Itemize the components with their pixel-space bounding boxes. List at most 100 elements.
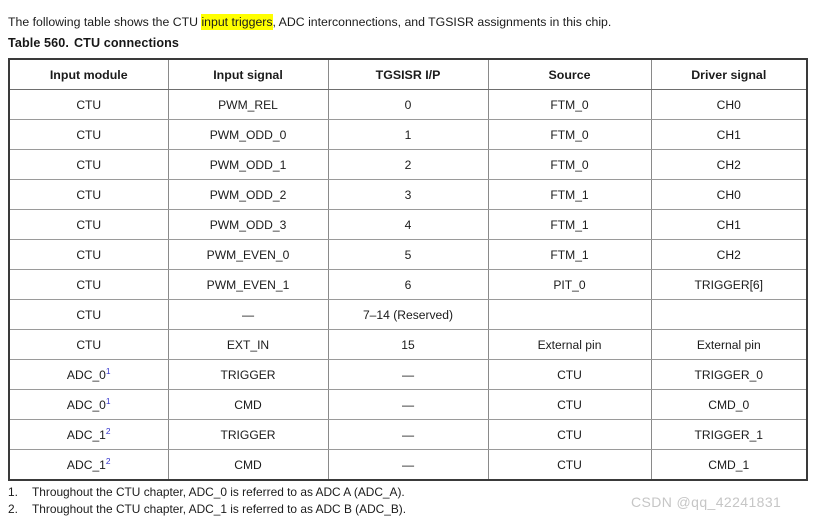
cell-driver: CH2 [650,239,808,270]
cell-source: CTU [487,389,652,420]
cell-signal: CMD [167,449,329,481]
cell-driver [650,299,808,330]
table-row: CTU PWM_EVEN_1 6 PIT_0 TRIGGER[6] [8,269,808,300]
table-row: CTU PWM_ODD_1 2 FTM_0 CH2 [8,149,808,180]
column-header-source: Source [487,58,652,90]
cell-tgsisr: 7–14 (Reserved) [327,299,489,330]
cell-driver: TRIGGER_0 [650,359,808,390]
cell-signal: PWM_REL [167,89,329,120]
cell-source: PIT_0 [487,269,652,300]
column-header-tgsisr-ip: TGSISR I/P [327,58,489,90]
cell-module: CTU [8,209,169,240]
column-header-driver-signal: Driver signal [650,58,808,90]
table-row: ADC_12 CMD — CTU CMD_1 [8,449,808,481]
cell-driver: CH0 [650,89,808,120]
table-row: ADC_12 TRIGGER — CTU TRIGGER_1 [8,419,808,450]
cell-module: CTU [8,299,169,330]
document-page: The following table shows the CTU input … [0,0,814,520]
cell-signal: PWM_ODD_1 [167,149,329,180]
table-header: Input module Input signal TGSISR I/P Sou… [8,58,808,90]
cell-signal: EXT_IN [167,329,329,360]
intro-paragraph: The following table shows the CTU input … [8,14,808,31]
column-header-input-signal: Input signal [167,58,329,90]
cell-module: CTU [8,149,169,180]
cell-driver: CH0 [650,179,808,210]
cell-tgsisr: — [327,419,489,450]
cell-signal: PWM_ODD_2 [167,179,329,210]
footnote-list: 1. Throughout the CTU chapter, ADC_0 is r… [8,484,406,517]
cell-tgsisr: 5 [327,239,489,270]
cell-source: CTU [487,449,652,481]
footnote-text: Throughout the CTU chapter, ADC_1 is ref… [32,501,407,516]
cell-driver: CMD_0 [650,389,808,420]
table-caption-title: CTU connections [73,36,180,50]
cell-signal: — [167,299,329,330]
footnote-number: 2. [8,501,18,516]
table-row: ADC_01 CMD — CTU CMD_0 [8,389,808,420]
cell-module: CTU [8,119,169,150]
cell-signal: CMD [167,389,329,420]
table-row: CTU PWM_REL 0 FTM_0 CH0 [8,89,808,120]
cell-driver: External pin [650,329,808,360]
cell-tgsisr: 0 [327,89,489,120]
cell-signal: TRIGGER [167,359,329,390]
cell-driver: TRIGGER[6] [650,269,808,300]
footnote-item: 2. Throughout the CTU chapter, ADC_1 is r… [8,501,406,518]
footnote-item: 1. Throughout the CTU chapter, ADC_0 is r… [8,484,406,501]
table-row: CTU —7–14 (Reserved) [8,299,808,330]
cell-signal: PWM_ODD_3 [167,209,329,240]
cell-tgsisr: 1 [327,119,489,150]
cell-source: External pin [487,329,652,360]
footnote-marker: 1 [105,365,111,376]
table-header-row: Input module Input signal TGSISR I/P Sou… [8,58,808,90]
cell-source: FTM_0 [487,89,652,120]
table-container: Input module Input signal TGSISR I/P Sou… [8,58,808,481]
table-row: CTU PWM_ODD_3 4 FTM_1 CH1 [8,209,808,240]
cell-tgsisr: 2 [327,149,489,180]
cell-module: ADC_01 [8,389,169,420]
footnote-text: Throughout the CTU chapter, ADC_0 is ref… [32,485,405,499]
table-row: ADC_01 TRIGGER — CTU TRIGGER_0 [8,359,808,390]
table-body: CTU PWM_REL 0 FTM_0 CH0 CTU PWM_ODD_0 1 FTM_0 CH1… [8,89,808,481]
cell-tgsisr: — [327,389,489,420]
cell-driver: CH2 [650,149,808,180]
cell-tgsisr: 3 [327,179,489,210]
cell-source: CTU [487,419,652,450]
highlighted-text: input triggers [201,14,273,31]
cell-source: FTM_1 [487,179,652,210]
table-row: CTU PWM_EVEN_0 5 FTM_1 CH2 [8,239,808,270]
cell-source: FTM_1 [487,209,652,240]
cell-tgsisr: 4 [327,209,489,240]
cell-source: CTU [487,359,652,390]
cell-module: CTU [8,239,169,270]
table-caption: Table 560. CTU connections [8,36,179,50]
cell-tgsisr: — [327,449,489,481]
table-row: CTU PWM_ODD_2 3 FTM_1 CH0 [8,179,808,210]
cell-module: ADC_12 [8,419,169,450]
column-header-input-module: Input module [8,58,169,90]
cell-tgsisr: 15 [327,329,489,360]
cell-signal: TRIGGER [167,419,329,450]
footnote-marker: 1 [105,395,111,406]
intro-text-before: The following table shows the CTU [8,15,202,30]
cell-tgsisr: — [327,359,489,390]
table-caption-number: Table 560. [8,36,69,50]
cell-driver: CH1 [650,209,808,240]
cell-signal: PWM_EVEN_0 [167,239,329,270]
cell-module: CTU [8,329,169,360]
cell-module: CTU [8,179,169,210]
cell-source [487,299,652,330]
cell-signal: PWM_EVEN_1 [167,269,329,300]
ctu-connections-table: Input module Input signal TGSISR I/P Sou… [8,58,808,481]
footnote-marker: 2 [105,425,111,436]
cell-module: CTU [8,269,169,300]
cell-source: FTM_0 [487,149,652,180]
intro-text-after: , ADC interconnections, and TGSISR assig… [272,15,612,30]
cell-tgsisr: 6 [327,269,489,300]
cell-source: FTM_0 [487,119,652,150]
cell-driver: CMD_1 [650,449,808,481]
cell-source: FTM_1 [487,239,652,270]
cell-module: CTU [8,89,169,120]
table-row: CTU PWM_ODD_0 1 FTM_0 CH1 [8,119,808,150]
footnote-number: 1. [8,485,18,499]
